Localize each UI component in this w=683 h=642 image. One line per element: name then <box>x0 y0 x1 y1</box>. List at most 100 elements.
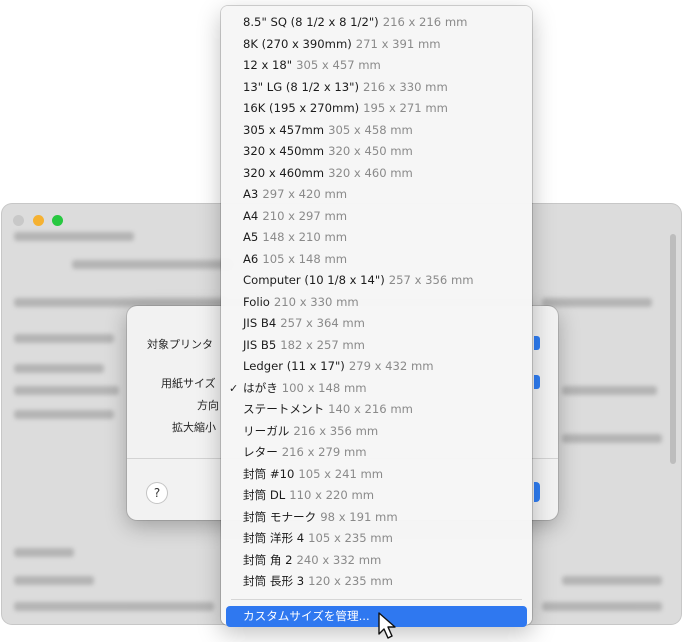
menu-item-paper-size[interactable]: 封筒 洋形 4 105 x 235 mm <box>221 528 532 550</box>
menu-item-paper-size[interactable]: 320 x 460mm 320 x 460 mm <box>221 163 532 185</box>
menu-item-paper-size[interactable]: A3 297 x 420 mm <box>221 184 532 206</box>
blurred-text-line <box>14 602 214 611</box>
menu-item-paper-size[interactable]: A5 148 x 210 mm <box>221 227 532 249</box>
menu-item-dimensions: 120 x 235 mm <box>308 574 393 588</box>
menu-separator <box>231 598 522 600</box>
background-scrollbar[interactable] <box>670 234 676 464</box>
menu-item-dimensions: 216 x 356 mm <box>293 423 379 438</box>
menu-item-paper-size[interactable]: JIS B4 257 x 364 mm <box>221 313 532 335</box>
menu-item-paper-size[interactable]: 8K (270 x 390mm) 271 x 391 mm <box>221 34 532 56</box>
menu-item-paper-size[interactable]: 封筒 角 2 240 x 332 mm <box>221 550 532 572</box>
paper-size-label: 用紙サイズ <box>161 377 216 390</box>
menu-item-label: JIS B4 <box>243 316 277 330</box>
paper-size-menu-list: 8.5" SQ (8 1/2 x 8 1/2") 216 x 216 mm 8K (… <box>221 12 532 627</box>
menu-item-dimensions: 210 x 297 mm <box>262 208 348 223</box>
menu-item-label: はがき <box>243 380 278 395</box>
menu-item-dimensions: 105 x 148 mm <box>262 251 348 266</box>
help-button[interactable]: ? <box>147 483 167 503</box>
menu-item-label: 8.5" SQ (8 1/2 x 8 1/2") <box>243 15 379 29</box>
blurred-text-line <box>14 548 74 557</box>
menu-item-label: 12 x 18" <box>243 58 293 72</box>
menu-item-paper-size[interactable]: 13" LG (8 1/2 x 13") 216 x 330 mm <box>221 77 532 99</box>
menu-item-paper-size[interactable]: 16K (195 x 270mm) 195 x 271 mm <box>221 98 532 120</box>
menu-item-dimensions: 305 x 457 mm <box>296 58 381 72</box>
ok-button-edge[interactable] <box>534 482 540 502</box>
window-zoom-button[interactable] <box>52 215 63 226</box>
menu-item-label: 8K (270 x 390mm) <box>243 36 352 51</box>
menu-item-label: A3 <box>243 187 259 201</box>
window-close-button[interactable] <box>13 215 24 226</box>
paper-size-popup-edge[interactable] <box>534 375 540 389</box>
menu-item-paper-size[interactable]: Folio 210 x 330 mm <box>221 292 532 314</box>
paper-size-menu: 8.5" SQ (8 1/2 x 8 1/2") 216 x 216 mm 8K (… <box>221 6 532 627</box>
menu-item-paper-size[interactable]: Computer (10 1/8 x 14") 257 x 356 mm <box>221 270 532 292</box>
scale-label: 拡大縮小 <box>172 421 216 434</box>
menu-item-label: Folio <box>243 294 270 309</box>
blurred-text-line <box>14 364 104 373</box>
menu-item-label: 封筒 洋形 4 <box>243 531 305 545</box>
menu-item-label: ステートメント <box>243 402 325 416</box>
menu-item-dimensions: 320 x 460 mm <box>328 165 413 180</box>
menu-item-paper-size[interactable]: ✓ はがき 100 x 148 mm <box>221 378 532 400</box>
menu-item-dimensions: 140 x 216 mm <box>328 402 413 416</box>
blurred-text-line <box>14 386 119 395</box>
menu-item-dimensions: 216 x 330 mm <box>362 79 448 94</box>
menu-item-paper-size[interactable]: 封筒 モナーク 98 x 191 mm <box>221 507 532 529</box>
menu-item-label: カスタムサイズを管理... <box>243 608 370 623</box>
menu-item-paper-size[interactable]: Ledger (11 x 17") 279 x 432 mm <box>221 356 532 378</box>
mouse-pointer-icon <box>378 612 396 639</box>
menu-item-label: 封筒 #10 <box>243 466 295 481</box>
blurred-text-line <box>562 386 657 395</box>
menu-item-paper-size[interactable]: 封筒 #10 105 x 241 mm <box>221 464 532 486</box>
menu-item-label: 封筒 モナーク <box>243 509 317 524</box>
menu-item-label: 320 x 460mm <box>243 165 325 180</box>
menu-item-dimensions: 182 x 257 mm <box>280 337 365 352</box>
menu-item-dimensions: 257 x 364 mm <box>280 316 365 330</box>
menu-item-paper-size[interactable]: リーガル 216 x 356 mm <box>221 421 532 443</box>
menu-item-dimensions: 271 x 391 mm <box>355 36 441 51</box>
window-minimize-button[interactable] <box>33 215 44 226</box>
menu-item-dimensions: 279 x 432 mm <box>348 359 434 373</box>
menu-item-paper-size[interactable]: ステートメント 140 x 216 mm <box>221 399 532 421</box>
menu-item-dimensions: 148 x 210 mm <box>262 230 348 244</box>
blurred-text-line <box>542 298 652 307</box>
menu-item-label: 305 x 457mm <box>243 122 325 137</box>
menu-item-paper-size[interactable]: 12 x 18" 305 x 457 mm <box>221 55 532 77</box>
menu-item-dimensions: 105 x 235 mm <box>308 531 393 545</box>
menu-item-label: A5 <box>243 230 259 244</box>
menu-item-label: A4 <box>243 208 259 223</box>
blurred-text-line <box>14 410 114 419</box>
blurred-text-line <box>72 260 232 269</box>
menu-item-dimensions: 320 x 450 mm <box>328 144 413 158</box>
menu-item-paper-size[interactable]: 320 x 450mm 320 x 450 mm <box>221 141 532 163</box>
blurred-text-line <box>562 576 662 585</box>
blurred-text-line <box>562 434 662 443</box>
blurred-text-line <box>14 576 94 585</box>
menu-item-dimensions: 240 x 332 mm <box>296 552 382 567</box>
menu-item-paper-size[interactable]: 封筒 長形 3 120 x 235 mm <box>221 571 532 593</box>
menu-item-label: Ledger (11 x 17") <box>243 359 345 373</box>
menu-item-dimensions: 195 x 271 mm <box>363 101 448 115</box>
menu-item-label: 封筒 角 2 <box>243 552 293 567</box>
menu-item-paper-size[interactable]: A4 210 x 297 mm <box>221 206 532 228</box>
menu-item-label: 封筒 DL <box>243 488 286 502</box>
menu-item-paper-size[interactable]: 8.5" SQ (8 1/2 x 8 1/2") 216 x 216 mm <box>221 12 532 34</box>
menu-item-paper-size[interactable]: 封筒 DL 110 x 220 mm <box>221 485 532 507</box>
orientation-label: 方向 <box>197 399 219 412</box>
menu-item-dimensions: 305 x 458 mm <box>328 122 413 137</box>
blurred-text-line <box>14 232 134 241</box>
menu-item-label: Computer (10 1/8 x 14") <box>243 273 385 287</box>
blurred-text-line <box>542 602 662 611</box>
check-icon: ✓ <box>229 381 239 395</box>
menu-item-label: 封筒 長形 3 <box>243 574 305 588</box>
menu-item-label: JIS B5 <box>243 337 277 352</box>
menu-item-paper-size[interactable]: A6 105 x 148 mm <box>221 249 532 271</box>
printer-popup-edge[interactable] <box>534 336 540 350</box>
menu-item-label: 16K (195 x 270mm) <box>243 101 360 115</box>
menu-item-paper-size[interactable]: 305 x 457mm 305 x 458 mm <box>221 120 532 142</box>
menu-item-dimensions: 257 x 356 mm <box>388 273 474 287</box>
menu-item-dimensions: 210 x 330 mm <box>273 294 359 309</box>
menu-item-paper-size[interactable]: レター 216 x 279 mm <box>221 442 532 464</box>
menu-item-dimensions: 216 x 216 mm <box>382 15 468 29</box>
menu-item-paper-size[interactable]: JIS B5 182 x 257 mm <box>221 335 532 357</box>
